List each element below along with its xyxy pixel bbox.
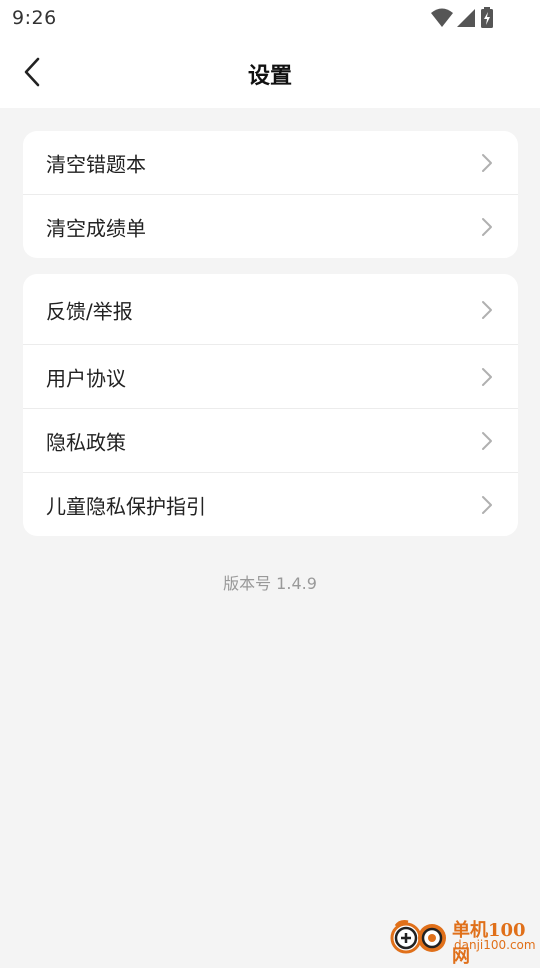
chevron-right-icon: [480, 367, 494, 387]
status-bar: 9:26: [0, 0, 540, 36]
row-label: 清空错题本: [46, 149, 146, 178]
row-label: 儿童隐私保护指引: [46, 490, 206, 519]
battery-charging-icon: [480, 7, 494, 29]
settings-group-data: 清空错题本 清空成绩单: [23, 131, 518, 258]
feedback-report-item[interactable]: 反馈/举报: [23, 274, 518, 345]
clear-wrong-questions-item[interactable]: 清空错题本: [23, 131, 518, 195]
cell-signal-icon: [456, 7, 476, 29]
row-label: 清空成绩单: [46, 212, 146, 241]
chevron-right-icon: [480, 153, 494, 173]
clear-scores-item[interactable]: 清空成绩单: [23, 195, 518, 258]
nav-bar: 设置: [0, 36, 540, 108]
row-label: 用户协议: [46, 363, 126, 392]
privacy-policy-item[interactable]: 隐私政策: [23, 409, 518, 473]
row-label: 反馈/举报: [46, 295, 133, 324]
version-text: 版本号 1.4.9: [0, 570, 540, 594]
wifi-icon: [430, 7, 454, 29]
child-privacy-guide-item[interactable]: 儿童隐私保护指引: [23, 473, 518, 536]
watermark-url: danji100.com: [454, 938, 536, 952]
chevron-right-icon: [480, 431, 494, 451]
row-label: 隐私政策: [46, 427, 126, 456]
user-agreement-item[interactable]: 用户协议: [23, 345, 518, 409]
chevron-right-icon: [480, 495, 494, 515]
page-title: 设置: [0, 58, 540, 90]
chevron-right-icon: [480, 300, 494, 320]
status-icons: [430, 7, 500, 29]
chevron-right-icon: [480, 217, 494, 237]
watermark-logo-icon: [388, 918, 450, 954]
settings-group-info: 反馈/举报 用户协议 隐私政策 儿童隐私保护指引: [23, 274, 518, 536]
status-time: 9:26: [12, 7, 57, 29]
watermark: 单机100网 danji100.com: [388, 916, 538, 956]
